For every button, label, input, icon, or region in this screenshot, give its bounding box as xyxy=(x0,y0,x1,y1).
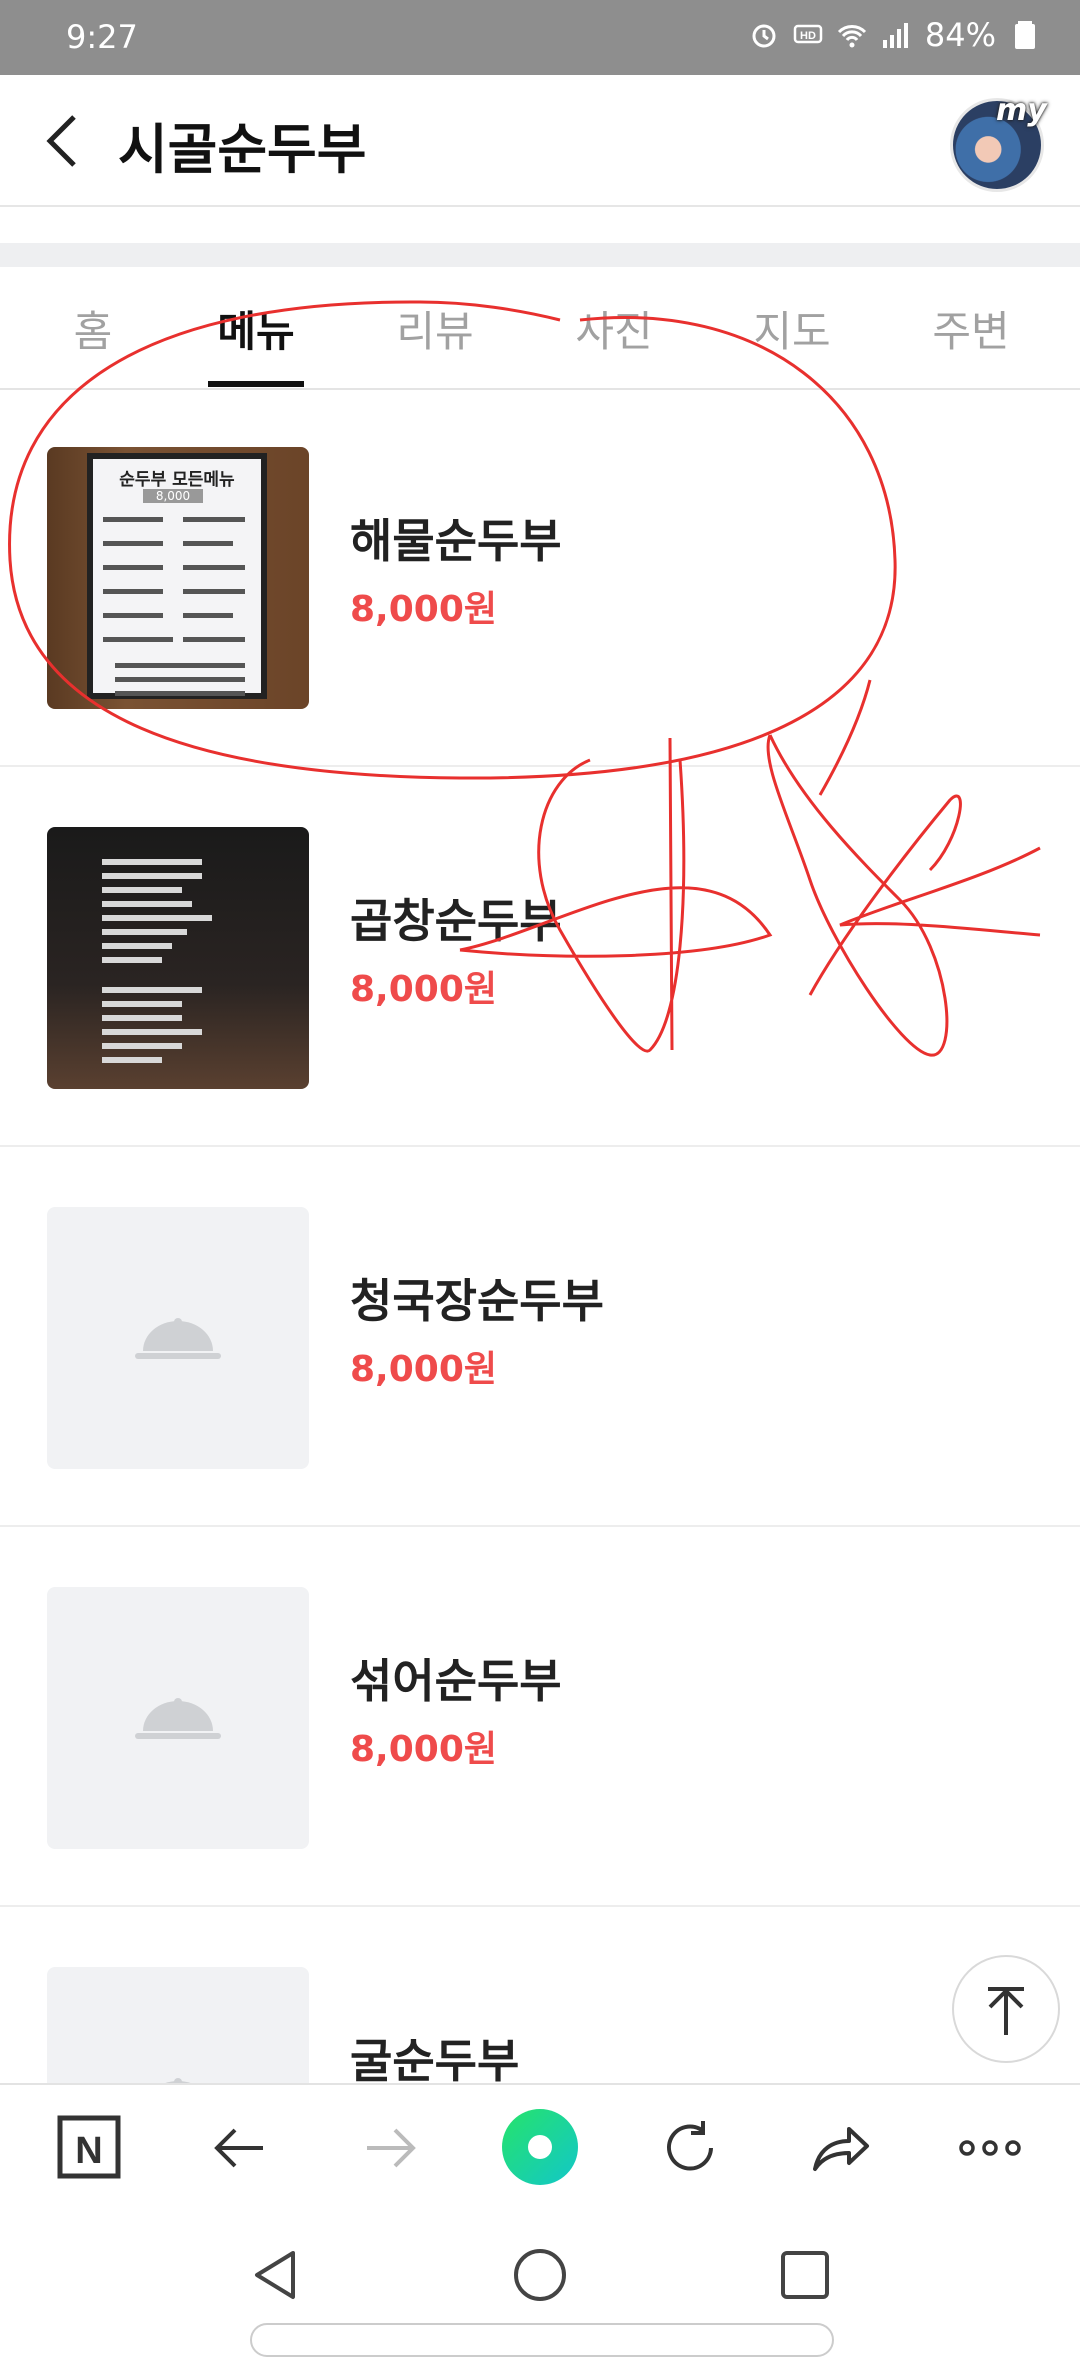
forward-arrow-icon[interactable] xyxy=(355,2113,425,2183)
gesture-handle xyxy=(250,2323,834,2357)
tab-map[interactable]: 지도 xyxy=(732,298,852,359)
cloche-icon xyxy=(135,1318,221,1359)
alarm-icon xyxy=(752,24,776,48)
system-nav-bar xyxy=(0,2213,1080,2357)
menu-item-name: 곱창순두부 xyxy=(350,894,562,948)
browser-toolbar: N xyxy=(0,2083,1080,2215)
menu-item-name: 굴순두부 xyxy=(350,2034,520,2088)
tab-home[interactable]: 홈 xyxy=(33,298,153,359)
naver-n-icon[interactable]: N xyxy=(55,2113,125,2183)
nav-recents-icon[interactable] xyxy=(775,2245,835,2305)
menu-item-price: 8,000원 xyxy=(350,969,497,1010)
page-title: 시골순두부 xyxy=(118,118,367,181)
svg-text:N: N xyxy=(75,2130,102,2172)
section-divider xyxy=(0,243,1080,267)
menu-item[interactable]: 섞어순두부 8,000원 xyxy=(0,1525,1080,1907)
menu-item-name: 청국장순두부 xyxy=(350,1274,604,1328)
back-arrow-icon[interactable] xyxy=(40,111,86,171)
menu-item-name: 섞어순두부 xyxy=(350,1654,562,1708)
hd-icon: HD xyxy=(793,24,823,44)
menu-item-price: 8,000원 xyxy=(350,1729,497,1770)
scroll-to-top-button[interactable] xyxy=(952,1955,1060,2063)
status-bar: 9:27 HD 84% xyxy=(0,0,1080,75)
more-icon[interactable] xyxy=(955,2113,1025,2183)
menu-item[interactable]: 순두부 모든메뉴 8,000 해물순두부 8,000원 xyxy=(0,385,1080,767)
tab-bar: 홈 메뉴 리뷰 사진 지도 주변 xyxy=(0,268,1080,390)
menu-item-price: 8,000원 xyxy=(350,1349,497,1390)
status-time: 9:27 xyxy=(66,18,138,56)
share-icon[interactable] xyxy=(805,2113,875,2183)
menu-wall-photo xyxy=(47,827,309,1089)
status-icons: HD 84% xyxy=(749,16,1040,54)
avatar-label: my xyxy=(996,93,1047,128)
nav-home-icon[interactable] xyxy=(510,2245,570,2305)
tab-photos[interactable]: 사진 xyxy=(554,298,674,359)
battery-percent: 84% xyxy=(924,16,996,54)
menu-item[interactable]: 곱창순두부 8,000원 xyxy=(0,765,1080,1147)
reload-icon[interactable] xyxy=(655,2113,725,2183)
tab-reviews[interactable]: 리뷰 xyxy=(375,298,495,359)
wifi-icon xyxy=(837,25,866,48)
cloche-icon xyxy=(135,1698,221,1739)
menu-photo-placeholder xyxy=(47,1587,309,1849)
signal-icon xyxy=(882,23,908,48)
menu-photo-placeholder xyxy=(47,1207,309,1469)
app-header: 시골순두부 my xyxy=(0,75,1080,207)
arrow-up-icon xyxy=(988,1987,1024,2035)
board-title: 순두부 모든메뉴 xyxy=(119,470,235,490)
menu-item-price: 8,000원 xyxy=(350,589,497,630)
menu-board-photo: 순두부 모든메뉴 8,000 xyxy=(47,447,309,709)
menu-item-name: 해물순두부 xyxy=(350,514,562,568)
svg-text:HD: HD xyxy=(800,30,816,42)
back-arrow-icon[interactable] xyxy=(205,2113,275,2183)
menu-item[interactable]: 청국장순두부 8,000원 xyxy=(0,1145,1080,1527)
tab-menu[interactable]: 메뉴 xyxy=(196,298,316,359)
green-home-icon[interactable] xyxy=(500,2107,580,2187)
nav-back-icon[interactable] xyxy=(245,2245,305,2305)
board-price: 8,000 xyxy=(143,489,203,503)
tab-nearby[interactable]: 주변 xyxy=(911,298,1031,359)
battery-icon xyxy=(1015,21,1035,49)
